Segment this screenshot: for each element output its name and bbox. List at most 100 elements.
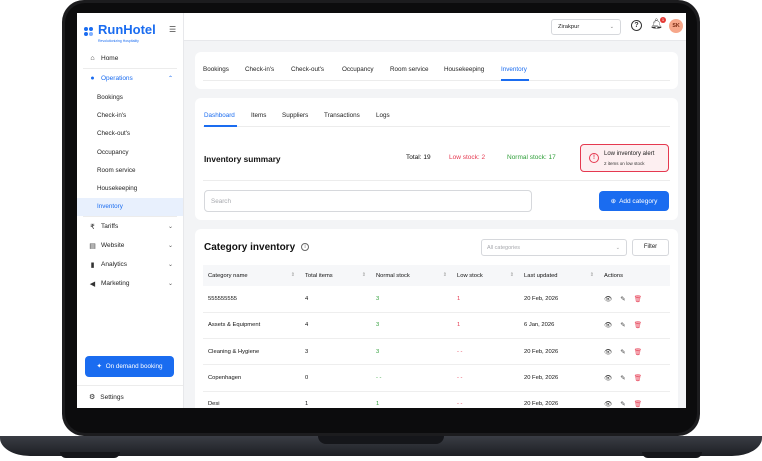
- chevron-up-icon: ⌃: [167, 76, 173, 82]
- trash-icon[interactable]: 🗑︎: [634, 400, 642, 408]
- app-screen: RunHotel Revolutionizing Hospitality ☰ ⌂…: [77, 13, 686, 408]
- alert-title: Low inventory alert: [604, 151, 655, 157]
- filter-button[interactable]: Filter: [632, 239, 669, 256]
- cell-last-updated: 20 Feb, 2026: [519, 391, 599, 408]
- eye-icon[interactable]: 👁︎: [604, 321, 612, 329]
- cell-low-stock: 1: [452, 312, 519, 340]
- inventory-summary-card: Dashboard Items Suppliers Transactions L…: [195, 98, 678, 220]
- eye-icon[interactable]: 👁︎: [604, 295, 612, 303]
- trash-icon[interactable]: 🗑︎: [634, 374, 642, 382]
- brand-name: RunHotel: [98, 22, 156, 37]
- sidebar-sub-checkins[interactable]: Check-in's: [77, 106, 183, 124]
- tab-occupancy[interactable]: Occupancy: [342, 66, 374, 73]
- sidebar-item-operations[interactable]: ● Operations ⌃: [77, 69, 183, 88]
- sidebar-item-analytics[interactable]: ▮ Analytics ⌄: [77, 255, 183, 274]
- table-row: Assets & Equipment 4 3 1 6 Jan, 2026 👁︎ ✎ 🗑︎: [203, 312, 670, 340]
- normal-stock-stat: Normal stock: 17: [507, 154, 556, 161]
- location-select[interactable]: Zirakpur ⌄: [551, 19, 621, 35]
- cell-last-updated: 20 Feb, 2026: [519, 364, 599, 392]
- total-stat: Total: 19: [406, 154, 431, 161]
- cell-total-items: 4: [300, 312, 371, 340]
- sidebar-item-label: Analytics: [101, 261, 128, 269]
- avatar[interactable]: SK: [669, 19, 683, 33]
- on-demand-booking-label: On demand booking: [105, 363, 163, 370]
- cell-category-name: Desi: [203, 391, 300, 408]
- column-header-normal-stock[interactable]: Normal stock ⇕: [371, 265, 452, 286]
- cell-actions: 👁︎ ✎ 🗑︎: [599, 286, 670, 313]
- table-row: 555555555 4 3 1 20 Feb, 2026 👁︎ ✎ 🗑︎: [203, 286, 670, 313]
- cell-total-items: 0: [300, 364, 371, 392]
- tab-checkins[interactable]: Check-in's: [245, 66, 274, 73]
- cell-category-name: 555555555: [203, 286, 300, 313]
- sidebar-sub-checkouts[interactable]: Check-out's: [77, 125, 183, 143]
- column-header-total-items[interactable]: Total items ⇕: [300, 265, 371, 286]
- eye-icon[interactable]: 👁︎: [604, 400, 612, 408]
- eye-icon[interactable]: 👁︎: [604, 374, 612, 382]
- table-header-row: Category name ⇕ Total items ⇕ Normal stock…: [203, 265, 670, 286]
- low-stock-stat: Low stock: 2: [449, 154, 486, 161]
- column-header-last-updated[interactable]: Last updated ⇕: [519, 265, 599, 286]
- trash-icon[interactable]: 🗑︎: [634, 321, 642, 329]
- sidebar-item-settings[interactable]: ⚙ Settings: [77, 385, 183, 408]
- tab-logs[interactable]: Logs: [376, 112, 390, 119]
- search-input[interactable]: [204, 190, 532, 212]
- alert-icon: !: [589, 153, 599, 163]
- cell-low-stock: - -: [452, 391, 519, 408]
- edit-icon[interactable]: ✎: [620, 321, 625, 329]
- category-filter-select[interactable]: All categories ⌄: [481, 239, 627, 256]
- sidebar-sub-bookings[interactable]: Bookings: [77, 88, 183, 106]
- edit-icon[interactable]: ✎: [620, 295, 625, 303]
- tab-inventory[interactable]: Inventory: [501, 66, 527, 73]
- operations-tabs: Bookings Check-in's Check-out's Occupanc…: [195, 52, 678, 89]
- location-value: Zirakpur: [558, 24, 580, 30]
- add-category-button[interactable]: ⊕ Add category: [599, 191, 669, 211]
- sidebar-item-home[interactable]: ⌂ Home: [77, 49, 183, 68]
- sidebar-sub-inventory[interactable]: Inventory: [77, 197, 183, 217]
- operations-icon: ●: [90, 75, 95, 82]
- cell-normal-stock: 1: [371, 391, 452, 408]
- notification-badge: 1: [660, 17, 666, 23]
- sidebar-sub-occupancy[interactable]: Occupancy: [77, 143, 183, 161]
- cell-last-updated: 20 Feb, 2026: [519, 286, 599, 313]
- sidebar-sub-housekeeping[interactable]: Housekeeping: [77, 179, 183, 197]
- cell-normal-stock: - -: [371, 364, 452, 392]
- chevron-down-icon: ⌄: [167, 224, 173, 231]
- gear-icon: ⚙: [89, 394, 96, 401]
- tab-bookings[interactable]: Bookings: [203, 66, 229, 73]
- edit-icon[interactable]: ✎: [620, 374, 625, 382]
- table-row: Cleaning & Hygiene 3 3- -20 Feb, 2026 👁︎ ✎ 🗑︎: [203, 338, 670, 366]
- tab-room-service[interactable]: Room service: [390, 66, 429, 73]
- on-demand-booking-button[interactable]: ✦ On demand booking: [85, 356, 174, 377]
- edit-icon[interactable]: ✎: [620, 400, 625, 408]
- alert-subtitle: 2 items on low stock: [604, 161, 645, 166]
- sidebar-sub-room-service[interactable]: Room service: [77, 161, 183, 179]
- tab-transactions[interactable]: Transactions: [324, 112, 360, 119]
- cell-total-items: 4: [300, 286, 371, 313]
- trash-icon[interactable]: 🗑︎: [634, 295, 642, 303]
- logo[interactable]: RunHotel Revolutionizing Hospitality: [84, 21, 156, 43]
- chevron-down-icon: ⌄: [167, 281, 173, 288]
- sidebar-item-marketing[interactable]: ◀ Marketing ⌄: [77, 274, 183, 293]
- tariffs-icon: ₹: [90, 223, 95, 231]
- help-icon[interactable]: ?: [631, 20, 642, 31]
- tab-checkouts[interactable]: Check-out's: [291, 66, 324, 73]
- column-header-category-name[interactable]: Category name ⇕: [203, 265, 300, 286]
- column-header-low-stock[interactable]: Low stock ⇕: [452, 265, 519, 286]
- menu-toggle-icon[interactable]: ☰: [169, 25, 176, 34]
- marketing-icon: ◀: [89, 280, 96, 288]
- tab-housekeeping[interactable]: Housekeeping: [444, 66, 484, 73]
- sidebar-item-website[interactable]: ▤ Website ⌄: [77, 236, 183, 255]
- trash-icon[interactable]: 🗑︎: [634, 348, 642, 356]
- cell-total-items: 1: [300, 391, 371, 408]
- eye-icon[interactable]: 👁︎: [604, 348, 612, 356]
- tab-dashboard[interactable]: Dashboard: [204, 112, 235, 119]
- info-icon[interactable]: i: [301, 243, 309, 251]
- low-inventory-alert[interactable]: ! Low inventory alert 2 items on low sto…: [580, 144, 669, 172]
- inventory-summary-title: Inventory summary: [204, 154, 281, 164]
- cell-low-stock: - -: [452, 364, 519, 392]
- active-tab-indicator: [501, 79, 529, 81]
- edit-icon[interactable]: ✎: [620, 348, 625, 356]
- sidebar-item-tariffs[interactable]: ₹ Tariffs ⌄: [77, 217, 183, 236]
- tab-items[interactable]: Items: [251, 112, 266, 119]
- tab-suppliers[interactable]: Suppliers: [282, 112, 308, 119]
